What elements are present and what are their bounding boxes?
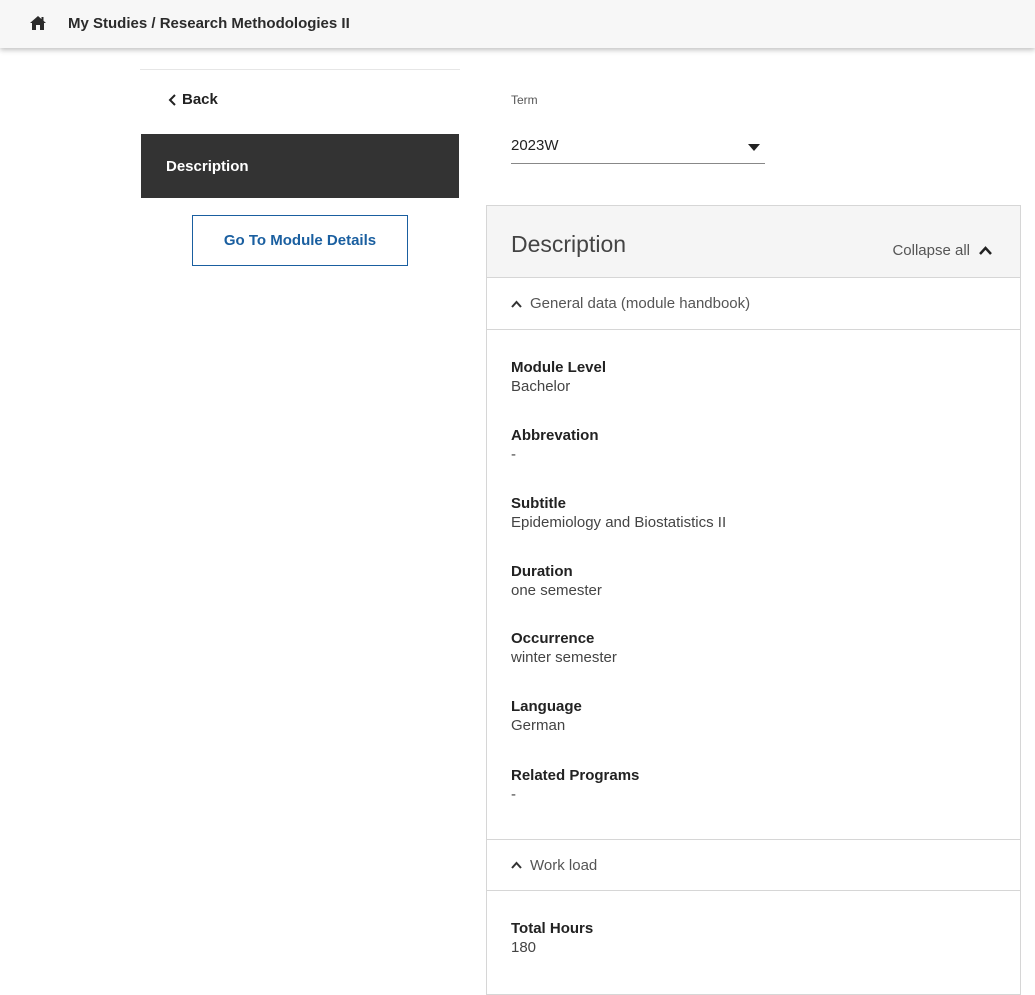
field-label: Abbrevation bbox=[511, 427, 599, 444]
field-abbrevation: Abbrevation - bbox=[511, 427, 599, 465]
breadcrumb-current: Research Methodologies II bbox=[159, 15, 350, 32]
field-label: Related Programs bbox=[511, 767, 640, 784]
field-subtitle: Subtitle Epidemiology and Biostatistics … bbox=[511, 495, 726, 533]
field-duration: Duration one semester bbox=[511, 563, 602, 601]
field-label: Total Hours bbox=[511, 920, 594, 937]
field-value: 180 bbox=[511, 939, 537, 956]
field-label: Occurrence bbox=[511, 630, 595, 647]
home-icon[interactable] bbox=[29, 15, 47, 31]
field-label: Duration bbox=[511, 563, 573, 580]
field-value: German bbox=[511, 717, 566, 734]
breadcrumb-my-studies[interactable]: My Studies bbox=[68, 15, 147, 32]
term-label: Term bbox=[511, 93, 538, 107]
chevron-left-icon bbox=[168, 93, 176, 106]
field-total-hours: Total Hours 180 bbox=[511, 920, 593, 958]
field-label: Module Level bbox=[511, 359, 607, 376]
field-label: Language bbox=[511, 698, 582, 715]
description-panel: Description Collapse all General data (m… bbox=[486, 205, 1021, 995]
back-link[interactable]: Back bbox=[168, 91, 218, 108]
breadcrumb-separator: / bbox=[147, 15, 160, 32]
panel-title: Description bbox=[511, 231, 627, 257]
breadcrumb: My Studies / Research Methodologies II bbox=[68, 15, 350, 32]
chevron-up-icon bbox=[979, 246, 992, 255]
section-general-data-toggle[interactable]: General data (module handbook) bbox=[487, 278, 1020, 330]
field-language: Language German bbox=[511, 698, 582, 736]
field-occurrence: Occurrence winter semester bbox=[511, 630, 617, 668]
field-value: Epidemiology and Biostatistics II bbox=[511, 514, 727, 531]
term-selected-value: 2023W bbox=[511, 137, 559, 154]
section-work-load-toggle[interactable]: Work load bbox=[487, 839, 1020, 891]
field-value: - bbox=[511, 446, 516, 463]
field-value: one semester bbox=[511, 582, 602, 599]
collapse-all-button[interactable]: Collapse all bbox=[892, 242, 992, 259]
field-module-level: Module Level Bachelor bbox=[511, 359, 606, 397]
top-bar: My Studies / Research Methodologies II bbox=[0, 0, 1035, 48]
collapse-all-label: Collapse all bbox=[892, 242, 970, 259]
field-value: - bbox=[511, 786, 516, 803]
back-label: Back bbox=[182, 91, 218, 108]
field-related-programs: Related Programs - bbox=[511, 767, 639, 805]
field-value: Bachelor bbox=[511, 378, 571, 395]
section-work-load-title: Work load bbox=[530, 856, 598, 874]
field-value: winter semester bbox=[511, 649, 617, 666]
sidebar-item-description[interactable]: Description bbox=[141, 134, 459, 198]
section-general-data-title: General data (module handbook) bbox=[530, 295, 751, 312]
term-select[interactable]: 2023W bbox=[511, 128, 765, 164]
panel-header: Description Collapse all bbox=[487, 206, 1020, 278]
go-to-module-details-button[interactable]: Go To Module Details bbox=[192, 215, 408, 266]
caret-down-icon bbox=[748, 144, 760, 151]
sidebar-divider bbox=[140, 69, 460, 70]
chevron-up-icon bbox=[511, 861, 522, 869]
field-label: Subtitle bbox=[511, 495, 566, 512]
chevron-up-icon bbox=[511, 300, 522, 308]
